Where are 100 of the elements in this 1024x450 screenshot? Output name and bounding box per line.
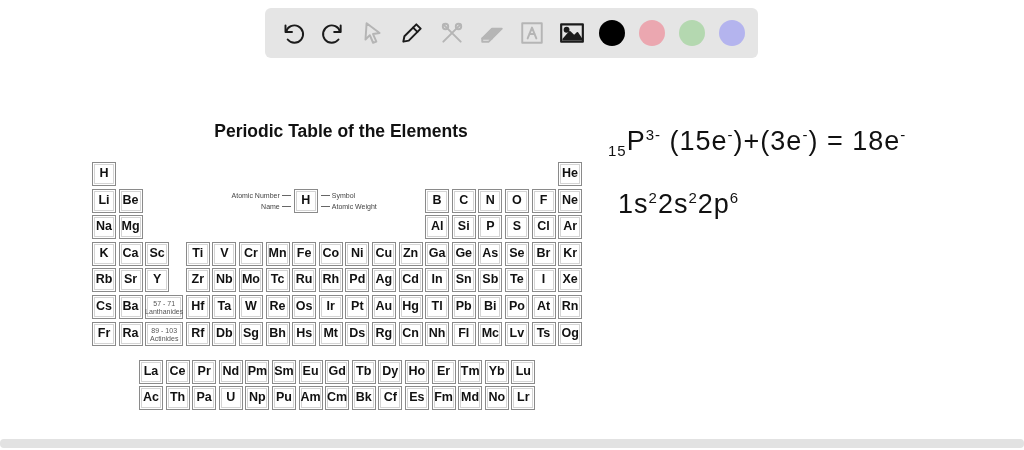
element-tile: In (425, 268, 450, 293)
element-tile: Ar (558, 215, 583, 240)
color-swatch[interactable] (719, 20, 745, 46)
element-tile: Bk (351, 386, 376, 411)
color-swatch[interactable] (679, 20, 705, 46)
element-tile: Nd (218, 359, 243, 384)
element-tile: P (478, 215, 503, 240)
element-tile: Ba (118, 294, 143, 319)
element-tile: Rn (558, 294, 583, 319)
element-tile: Md (458, 386, 483, 411)
horizontal-scrollbar[interactable] (0, 439, 1024, 448)
element-tile: Re (265, 294, 290, 319)
element-tile: O (504, 188, 529, 213)
element-tile: Tb (351, 359, 376, 384)
element-tile: Cm (325, 386, 350, 411)
element-tile: Hf (185, 294, 210, 319)
element-tile: Np (245, 386, 270, 411)
element-tile: Po (504, 294, 529, 319)
element-tile: Lr (511, 386, 536, 411)
element-tile: La (139, 359, 163, 384)
element-tile: Ac (139, 386, 163, 411)
legend-element-tile: H (293, 188, 318, 213)
element-tile: Th (165, 386, 190, 411)
element-tile: Mn (265, 241, 290, 266)
element-tile: C (451, 188, 476, 213)
element-tile: Ru (292, 268, 317, 293)
pen-button[interactable] (399, 20, 425, 46)
handwritten-note: $_{15}$P$^{3-}$ (15e$^{-}$)+(3e$^{-}$) = 18e$^{-}$ (608, 126, 907, 160)
element-tile: Ce (165, 359, 190, 384)
pen-icon (399, 20, 425, 46)
image-icon (559, 20, 585, 46)
element-tile: Pr (192, 359, 217, 384)
element-tile: Fm (431, 386, 456, 411)
element-tile: Pu (271, 386, 296, 411)
leader-line (320, 205, 330, 207)
element-tile: Pb (451, 294, 476, 319)
element-tile: Nb (212, 268, 237, 293)
element-tile: B (425, 188, 450, 213)
element-tile: Pa (192, 386, 217, 411)
element-tile: Sb (478, 268, 503, 293)
element-tile: Sg (238, 321, 263, 346)
element-tile: S (504, 215, 529, 240)
image-button[interactable] (559, 20, 585, 46)
element-tile: Bh (265, 321, 290, 346)
element-tile: U (218, 386, 243, 411)
element-tile: Dy (378, 359, 403, 384)
color-swatch[interactable] (639, 20, 665, 46)
element-tile: Rf (185, 321, 210, 346)
element-tile: Cd (398, 268, 423, 293)
element-tile: Mo (238, 268, 263, 293)
element-tile: Pt (345, 294, 370, 319)
element-tile: Db (212, 321, 237, 346)
element-tile: Hg (398, 294, 423, 319)
element-tile: He (558, 162, 583, 186)
element-tile: Os (292, 294, 317, 319)
element-tile: Ho (404, 359, 429, 384)
element-tile: N (478, 188, 503, 213)
element-tile: Si (451, 215, 476, 240)
element-tile: Br (531, 241, 556, 266)
element-tile: Lv (504, 321, 529, 346)
element-tile: Li (92, 188, 116, 213)
element-tile: Pm (245, 359, 270, 384)
element-tile: Es (404, 386, 429, 411)
element-tile: Kr (558, 241, 583, 266)
element-tile: No (484, 386, 509, 411)
element-tile: Pd (345, 268, 370, 293)
element-tile: Tl (425, 294, 450, 319)
element-tile: Nh (425, 321, 450, 346)
element-tile: Ga (425, 241, 450, 266)
element-tile: Hs (292, 321, 317, 346)
element-tile: Fe (292, 241, 317, 266)
element-tile: Be (118, 188, 143, 213)
element-tile: Eu (298, 359, 323, 384)
element-tile: Bi (478, 294, 503, 319)
element-tile: K (92, 241, 116, 266)
element-tile: As (478, 241, 503, 266)
element-tile: Ts (531, 321, 556, 346)
element-tile: Am (298, 386, 323, 411)
element-tile: F (531, 188, 556, 213)
element-tile: Mt (318, 321, 343, 346)
element-tile: Tm (458, 359, 483, 384)
element-tile: Cn (398, 321, 423, 346)
handwritten-note: 1s$^{2}$2s$^{2}$2p$^{6}$ (618, 189, 741, 221)
element-tile: Cr (238, 241, 263, 266)
element-tile: Sc (145, 241, 170, 266)
element-tile: Rb (92, 268, 116, 293)
element-tile: Ir (318, 294, 343, 319)
leader-line (281, 194, 291, 196)
color-swatch[interactable] (599, 20, 625, 46)
element-tile: Sn (451, 268, 476, 293)
element-tile: Sm (271, 359, 296, 384)
element-tile: Y (145, 268, 170, 293)
leader-line (320, 194, 330, 196)
element-tile: Mg (118, 215, 143, 240)
element-tile: Xe (558, 268, 583, 293)
element-tile: H (92, 162, 116, 186)
crossed-tools-icon (439, 20, 465, 46)
element-tile: Ne (558, 188, 583, 213)
element-tile: Fr (92, 321, 116, 346)
element-tile: Og (558, 321, 583, 346)
